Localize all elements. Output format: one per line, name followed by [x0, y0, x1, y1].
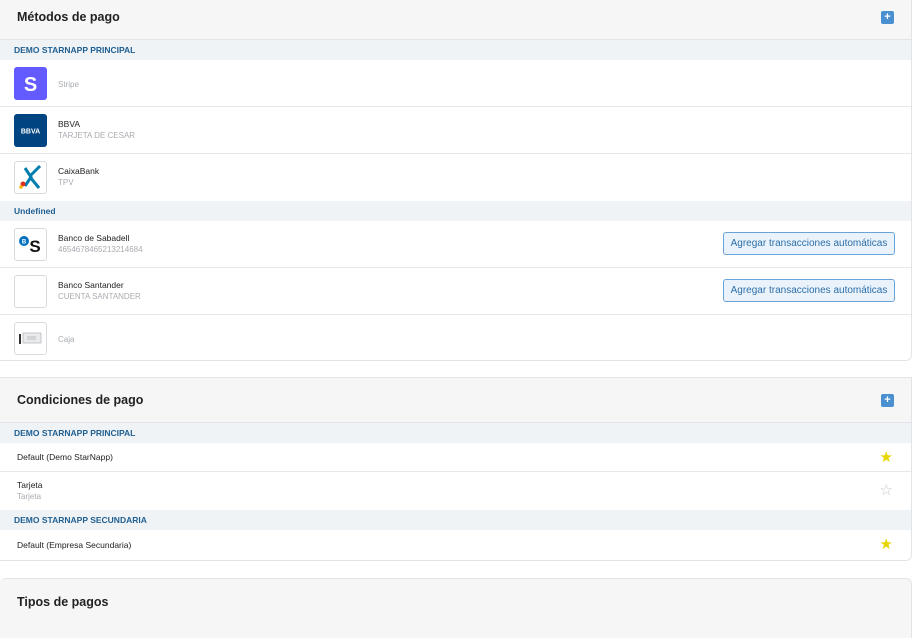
payment-types-header: Tipos de pagos [0, 579, 911, 638]
payment-conditions-header: Condiciones de pago + [0, 378, 911, 423]
payment-methods-title: Métodos de pago [17, 10, 120, 24]
cash-register-logo [14, 322, 47, 355]
svg-text:S: S [29, 237, 40, 256]
add-payment-method-button[interactable]: + [881, 11, 894, 24]
payment-condition-name: Tarjeta [17, 480, 43, 490]
payment-method-name: BBVA [58, 119, 81, 129]
santander-logo [14, 275, 47, 308]
svg-text:B: B [22, 240, 27, 246]
payment-condition-name: Default (Empresa Secundaria) [17, 540, 132, 550]
star-outline-icon[interactable]: ☆ [880, 483, 893, 498]
payment-method-subtitle: Stripe [58, 80, 79, 89]
payment-types-card: Tipos de pagos [0, 578, 912, 638]
payment-conditions-title: Condiciones de pago [17, 393, 144, 407]
payment-condition-row[interactable]: Default (Demo StarNapp) ★ [0, 443, 911, 472]
group-label: DEMO STARNAPP PRINCIPAL [0, 40, 911, 60]
payment-methods-card: Métodos de pago + DEMO STARNAPP PRINCIPA… [0, 0, 912, 361]
payment-method-santander[interactable]: Banco Santander CUENTA SANTANDER Agregar… [0, 268, 911, 315]
add-automatic-transactions-button[interactable]: Agregar transacciones automáticas [723, 232, 895, 255]
payment-conditions-card: Condiciones de pago + DEMO STARNAPP PRIN… [0, 377, 912, 561]
svg-text:S: S [24, 74, 37, 96]
plus-icon: + [884, 11, 891, 23]
payment-types-title: Tipos de pagos [17, 595, 109, 609]
payment-method-name: Banco de Sabadell [58, 233, 130, 243]
caixabank-logo [14, 161, 47, 194]
group-label: DEMO STARNAPP SECUNDARIA [0, 510, 911, 530]
payment-method-subtitle: TARJETA DE CESAR [58, 131, 136, 140]
payment-condition-subtitle: Tarjeta [17, 492, 42, 501]
payment-method-stripe[interactable]: S Stripe [0, 60, 911, 107]
add-automatic-transactions-button[interactable]: Agregar transacciones automáticas [723, 279, 895, 302]
payment-method-caixabank[interactable]: CaixaBank TPV [0, 154, 911, 201]
payment-method-bbva[interactable]: BBVA BBVA TARJETA DE CESAR [0, 107, 911, 154]
payment-method-subtitle: CUENTA SANTANDER [58, 292, 141, 301]
payment-method-subtitle: Caja [58, 335, 75, 344]
payment-method-sabadell[interactable]: B S Banco de Sabadell 465467846521321468… [0, 221, 911, 268]
payment-method-caja[interactable]: Caja [0, 315, 911, 360]
group-label: DEMO STARNAPP PRINCIPAL [0, 423, 911, 443]
payment-condition-name: Default (Demo StarNapp) [17, 452, 113, 462]
sabadell-logo: B S [14, 228, 47, 261]
payment-condition-row[interactable]: Tarjeta Tarjeta ☆ [0, 472, 911, 510]
payment-method-name: Banco Santander [58, 280, 124, 290]
add-payment-condition-button[interactable]: + [881, 394, 894, 407]
stripe-logo: S [14, 67, 47, 100]
payment-methods-header: Métodos de pago + [0, 0, 911, 40]
payment-method-subtitle: 4654678465213214684 [58, 245, 143, 254]
star-icon-default[interactable]: ★ [880, 537, 893, 552]
star-icon-default[interactable]: ★ [880, 450, 893, 465]
svg-text:BBVA: BBVA [21, 129, 40, 136]
plus-icon: + [884, 394, 891, 406]
payment-method-subtitle: TPV [58, 178, 74, 187]
payment-condition-row[interactable]: Default (Empresa Secundaria) ★ [0, 530, 911, 559]
bbva-logo: BBVA [14, 114, 47, 147]
payment-method-name: CaixaBank [58, 166, 100, 176]
group-label: Undefined [0, 201, 911, 221]
